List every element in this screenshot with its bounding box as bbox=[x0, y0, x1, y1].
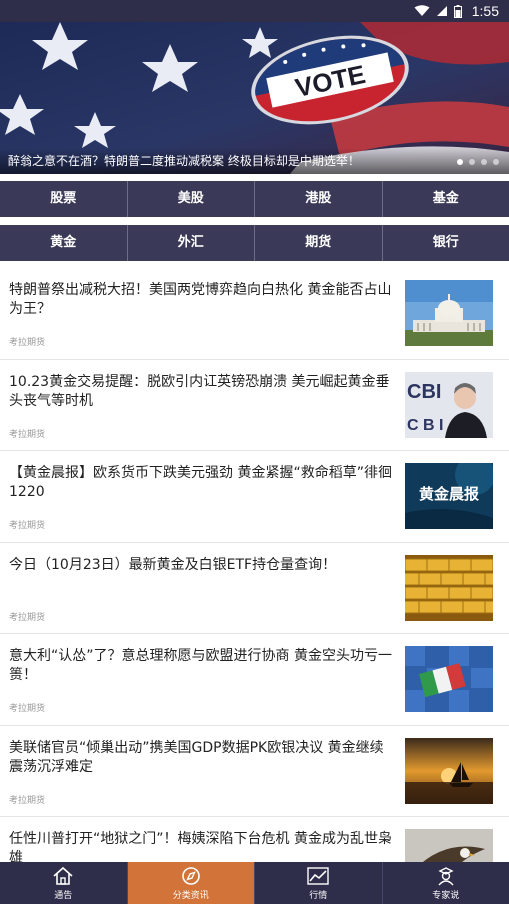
capitol-thumbnail[interactable] bbox=[405, 280, 493, 346]
news-title[interactable]: 10.23黄金交易提醒：脱欧引内讧英镑恐崩溃 美元崛起黄金垂头丧气等时机 bbox=[9, 373, 394, 411]
puzzle-flag-thumbnail[interactable] bbox=[405, 646, 493, 712]
category-futures[interactable]: 期货 bbox=[255, 225, 383, 261]
banner-caption[interactable]: 醉翁之意不在酒？特朗普二度推动减税案 终极目标却是中期选举！ bbox=[0, 148, 509, 174]
nav-label: 通告 bbox=[54, 890, 73, 901]
news-source: 考拉期货 bbox=[9, 795, 46, 806]
status-time: 1:55 bbox=[471, 3, 499, 19]
pager-dot bbox=[457, 159, 463, 165]
banner-pager-dots bbox=[457, 159, 499, 165]
news-title[interactable]: 美联储官员“倾巢出动”携美国GDP数据PK欧银决议 黄金继续震荡沉浮难定 bbox=[9, 739, 394, 777]
news-list: 特朗普祭出减税大招！美国两党博弈趋向白热化 黄金能否占山为王？ 考拉期货 10.… bbox=[0, 268, 509, 904]
home-icon bbox=[53, 866, 73, 885]
category-forex[interactable]: 外汇 bbox=[128, 225, 255, 261]
news-source: 考拉期货 bbox=[9, 612, 46, 623]
news-item[interactable]: 美联储官员“倾巢出动”携美国GDP数据PK欧银决议 黄金继续震荡沉浮难定 考拉期… bbox=[0, 726, 509, 817]
nav-tab-notice[interactable]: 通告 bbox=[0, 862, 128, 904]
category-banks[interactable]: 银行 bbox=[383, 225, 509, 261]
pager-dot bbox=[481, 159, 487, 165]
news-item[interactable]: 今日（10月23日）最新黄金及白银ETF持仓量查询！ 考拉期货 bbox=[0, 543, 509, 634]
news-source: 考拉期货 bbox=[9, 429, 46, 440]
news-source: 考拉期货 bbox=[9, 704, 46, 714]
compass-icon bbox=[181, 866, 200, 885]
news-item[interactable]: 10.23黄金交易提醒：脱欧引内讧英镑恐崩溃 美元崛起黄金垂头丧气等时机 考拉期… bbox=[0, 360, 509, 451]
gold-bars-thumbnail[interactable] bbox=[405, 554, 493, 621]
nav-label: 分类资讯 bbox=[172, 890, 209, 901]
news-item[interactable]: 【黄金晨报】欧系货币下跌美元强劲 黄金紧握“救命稻草”徘徊1220 考拉期货 黄… bbox=[0, 451, 509, 543]
nav-label: 行情 bbox=[309, 890, 328, 901]
news-title[interactable]: 【黄金晨报】欧系货币下跌美元强劲 黄金紧握“救命稻草”徘徊1220 bbox=[9, 464, 394, 502]
category-stocks[interactable]: 股票 bbox=[0, 181, 128, 217]
gold-morning-report-thumbnail[interactable]: 黄金晨报 bbox=[405, 463, 493, 529]
category-hk-stocks[interactable]: 港股 bbox=[255, 181, 383, 217]
category-funds[interactable]: 基金 bbox=[383, 181, 509, 217]
pager-dot bbox=[493, 159, 499, 165]
news-item[interactable]: 特朗普祭出减税大招！美国两党博弈趋向白热化 黄金能否占山为王？ 考拉期货 bbox=[0, 268, 509, 360]
news-title[interactable]: 今日（10月23日）最新黄金及白银ETF持仓量查询！ bbox=[9, 556, 394, 575]
thumb-text: 黄金晨报 bbox=[419, 485, 479, 503]
category-gold[interactable]: 黄金 bbox=[0, 225, 128, 261]
category-row-1: 股票 美股 港股 基金 bbox=[0, 181, 509, 217]
status-bar: 1:55 bbox=[0, 0, 509, 22]
battery-icon bbox=[453, 4, 462, 18]
category-row-2: 黄金 外汇 期货 银行 bbox=[0, 225, 509, 261]
svg-text:CBI: CBI bbox=[407, 381, 441, 403]
wifi-icon bbox=[414, 5, 430, 16]
pager-dot bbox=[469, 159, 475, 165]
nav-tab-market[interactable]: 行情 bbox=[255, 862, 383, 904]
sunset-sailboat-thumbnail[interactable] bbox=[405, 737, 493, 804]
news-source: 考拉期货 bbox=[9, 521, 46, 531]
news-item[interactable]: 意大利“认怂”了？意总理称愿与欧盟进行协商 黄金空头功亏一篑！ 考拉期货 bbox=[0, 634, 509, 726]
svg-text:C B I: C B I bbox=[407, 417, 443, 434]
nav-label: 专家说 bbox=[432, 890, 460, 901]
signal-icon bbox=[436, 6, 447, 16]
news-source: 考拉期货 bbox=[9, 338, 46, 348]
top-banner[interactable]: VOTE 醉翁之意不在酒？特朗普二度推动减税案 终极目标却是中期选举！ bbox=[0, 22, 509, 174]
news-title[interactable]: 特朗普祭出减税大招！美国两党博弈趋向白热化 黄金能否占山为王？ bbox=[9, 281, 394, 319]
bottom-navigation: 通告 分类资讯 行情 专家说 bbox=[0, 862, 509, 904]
category-us-stocks[interactable]: 美股 bbox=[128, 181, 255, 217]
nav-tab-category-news[interactable]: 分类资讯 bbox=[127, 862, 255, 904]
news-title[interactable]: 意大利“认怂”了？意总理称愿与欧盟进行协商 黄金空头功亏一篑！ bbox=[9, 647, 394, 685]
chart-icon bbox=[307, 866, 329, 885]
nav-tab-experts[interactable]: 专家说 bbox=[383, 862, 509, 904]
politician-thumbnail[interactable]: CBI C B I bbox=[405, 371, 493, 438]
app-screen: 1:55 VOTE 醉翁之意不在酒？特朗普二度推动减税案 终极目标却是中期选举！… bbox=[0, 0, 509, 904]
expert-icon bbox=[438, 866, 454, 885]
